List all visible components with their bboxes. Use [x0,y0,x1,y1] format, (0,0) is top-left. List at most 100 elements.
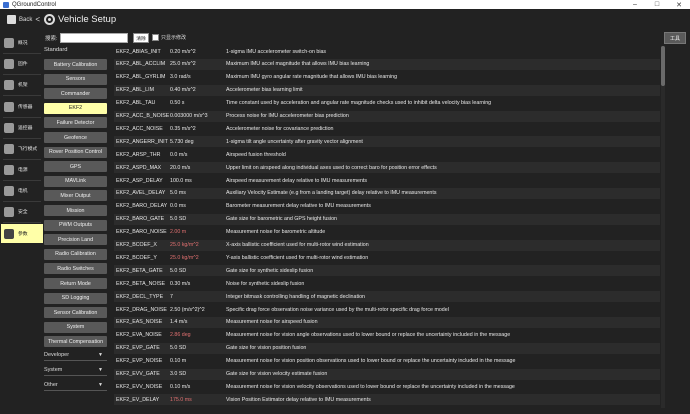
parameter-value[interactable]: 0.10 m [170,358,186,364]
parameter-value[interactable]: 100.0 ms [170,178,192,184]
parameter-row[interactable]: EKF2_ASP_DELAY 100.0 ms Airspeed measureme… [114,175,660,186]
parameter-value[interactable]: 1.4 m/s [170,319,187,325]
parameter-row[interactable]: EKF2_EVP_NOISE 0.10 m Measurement noise fo… [114,356,660,367]
parameter-value[interactable]: 3.0 SD [170,371,186,377]
parameter-value[interactable]: 0.0 ms [170,203,186,209]
parameter-value[interactable]: 0.50 s [170,100,184,106]
category-radio-calibration[interactable]: Radio Calibration [44,248,107,260]
category-rover-position-control[interactable]: Rover Position Control [44,146,107,158]
parameter-row[interactable]: EKF2_ABIAS_INIT 0.20 m/s^2 1-sigma IMU acc… [114,46,660,57]
parameter-value[interactable]: 5.0 SD [170,345,186,351]
category-sd-logging[interactable]: SD Logging [44,292,107,304]
category-group-other[interactable]: Other ▼ [44,379,107,391]
parameter-value[interactable]: 5.0 SD [170,268,186,274]
parameter-row[interactable]: EKF2_BARO_GATE 5.0 SD Gate size for barome… [114,213,660,225]
parameter-value[interactable]: 0.40 m/s^2 [170,87,196,93]
sidebar-item-airframe[interactable]: 机架 [1,75,43,94]
parameter-row[interactable]: EKF2_BARO_NOISE 2.00 m Measurement noise f… [114,227,660,238]
sidebar-item-sensors[interactable]: 传感器 [1,97,43,116]
parameter-value[interactable]: 20.0 m/s [170,165,190,171]
category-thermal-compensation[interactable]: Thermal Compensation [44,336,107,348]
parameter-row[interactable]: EKF2_BCOEF_X 25.0 kg/m^2 X-axis ballistic … [114,239,660,251]
category-return-mode[interactable]: Return Mode [44,278,107,289]
category-mixer-output[interactable]: Mixer Output [44,190,107,202]
parameter-row[interactable]: EKF2_DECL_TYPE 7 Integer bitmask controlli… [114,291,660,303]
category-group-system[interactable]: System ▼ [44,364,107,376]
category-precision-land[interactable]: Precision Land [44,234,107,246]
parameter-value[interactable]: 25.0 kg/m^2 [170,255,199,261]
parameter-value[interactable]: 0.10 m/s [170,384,190,390]
parameter-value[interactable]: 5.730 deg [170,139,194,145]
scrollbar[interactable] [661,46,665,408]
parameter-value[interactable]: 0.003000 m/s^3 [170,113,208,119]
parameter-value[interactable]: 25.0 kg/m^2 [170,242,199,248]
parameter-value[interactable]: 0.20 m/s^2 [170,49,196,55]
parameter-row[interactable]: EKF2_EVV_NOISE 0.10 m/s Measurement noise … [114,381,660,392]
category-failure-detector[interactable]: Failure Detector [44,117,107,129]
parameter-row[interactable]: EKF2_ARSP_THR 0.0 m/s Airspeed fusion thre… [114,149,660,160]
parameter-description: Integer bitmask controlling handling of … [226,293,365,300]
close-button[interactable]: ✕ [668,0,690,9]
tools-button[interactable]: 工具 [664,32,686,44]
category-group-developer[interactable]: Developer ▼ [44,349,107,361]
parameter-row[interactable]: EKF2_EVV_GATE 3.0 SD Gate size for vision … [114,368,660,380]
sidebar-item-safety[interactable]: 安全 [1,202,43,221]
parameter-row[interactable]: EKF2_ABL_ACCLIM 25.0 m/s^2 Maximum IMU acc… [114,58,660,70]
category-sensors[interactable]: Sensors [44,73,107,85]
category-geofence[interactable]: Geofence [44,132,107,143]
parameter-value[interactable]: 5.0 ms [170,190,186,196]
parameter-name: EKF2_ASP_DELAY [116,177,163,184]
category-pwm-outputs[interactable]: PWM Outputs [44,219,107,231]
category-battery-calibration[interactable]: Battery Calibration [44,59,107,70]
parameter-row[interactable]: EKF2_ABL_GYRLIM 3.0 rad/s Maximum IMU gyro… [114,72,660,83]
parameter-row[interactable]: EKF2_BETA_NOISE 0.30 m/s Noise for synthet… [114,278,660,289]
parameter-row[interactable]: EKF2_ACC_NOISE 0.35 m/s^2 Accelerometer no… [114,123,660,134]
category-commander[interactable]: Commander [44,88,107,100]
parameter-value[interactable]: 0.35 m/s^2 [170,126,196,132]
parameter-row[interactable]: EKF2_EAS_NOISE 1.4 m/s Measurement noise f… [114,316,660,328]
parameter-row[interactable]: EKF2_EVP_GATE 5.0 SD Gate size for vision … [114,342,660,354]
sidebar-item-parameters[interactable]: 参数 [1,224,43,243]
show-modified-checkbox[interactable] [152,34,159,41]
parameter-value[interactable]: 175.0 ms [170,397,192,403]
sidebar-item-power[interactable]: 电源 [1,160,43,179]
category-sensor-calibration[interactable]: Sensor Calibration [44,307,107,319]
sidebar-item-motors[interactable]: 电机 [1,181,43,200]
parameter-value[interactable]: 2.86 deg [170,332,191,338]
parameter-value[interactable]: 2.00 m [170,229,186,235]
parameter-row[interactable]: EKF2_ABL_TAU 0.50 s Time constant used by … [114,98,660,109]
parameter-value[interactable]: 25.0 m/s^2 [170,61,196,67]
clear-button[interactable]: 清除 [133,33,149,43]
parameter-row[interactable]: EKF2_ABL_LIM 0.40 m/s^2 Accelerometer bias… [114,84,660,96]
parameter-row[interactable]: EKF2_BARO_DELAY 0.0 ms Barometer measureme… [114,201,660,212]
parameter-value[interactable]: 7 [170,294,173,300]
category-mavlink[interactable]: MAVLink [44,175,107,187]
parameter-row[interactable]: EKF2_DRAG_NOISE 2.50 (m/s^2)^2 Specific dr… [114,304,660,315]
back-button[interactable]: Back < [7,15,44,24]
parameter-row[interactable]: EKF2_ASPD_MAX 20.0 m/s Upper limit on airs… [114,162,660,174]
category-gps[interactable]: GPS [44,161,107,173]
parameter-value[interactable]: 5.0 SD [170,216,186,222]
sidebar-item-summary[interactable]: 概况 [1,33,43,52]
parameter-value[interactable]: 2.50 (m/s^2)^2 [170,307,205,313]
parameter-value[interactable]: 3.0 rad/s [170,74,191,80]
category-ekf2[interactable]: EKF2 [44,102,107,114]
parameter-row[interactable]: EKF2_BCOEF_Y 25.0 kg/m^2 Y-axis ballistic … [114,252,660,263]
scrollbar-thumb[interactable] [661,46,665,86]
sidebar-item-flight-modes[interactable]: 飞行模式 [1,139,43,158]
category-radio-switches[interactable]: Radio Switches [44,263,107,275]
sidebar-item-radio[interactable]: 遥控器 [1,118,43,137]
category-system[interactable]: System [44,321,107,333]
parameter-value[interactable]: 0.0 m/s [170,152,187,158]
parameter-row[interactable]: EKF2_ANGERR_INIT 5.730 deg 1-sigma tilt an… [114,136,660,148]
parameter-row[interactable]: EKF2_BETA_GATE 5.0 SD Gate size for synthe… [114,265,660,277]
minimize-button[interactable]: – [624,0,646,9]
parameter-row[interactable]: EKF2_EVA_NOISE 2.86 deg Measurement noise … [114,330,660,341]
maximize-button[interactable]: □ [646,0,668,9]
parameter-row[interactable]: EKF2_ACC_B_NOISE 0.003000 m/s^3 Process no… [114,110,660,122]
parameter-value[interactable]: 0.30 m/s [170,281,190,287]
category-mission[interactable]: Mission [44,205,107,216]
parameter-row[interactable]: EKF2_EV_DELAY 175.0 ms Vision Position Est… [114,394,660,406]
sidebar-item-firmware[interactable]: 固件 [1,54,43,73]
parameter-row[interactable]: EKF2_AVEL_DELAY 5.0 ms Auxiliary Velocity … [114,187,660,199]
